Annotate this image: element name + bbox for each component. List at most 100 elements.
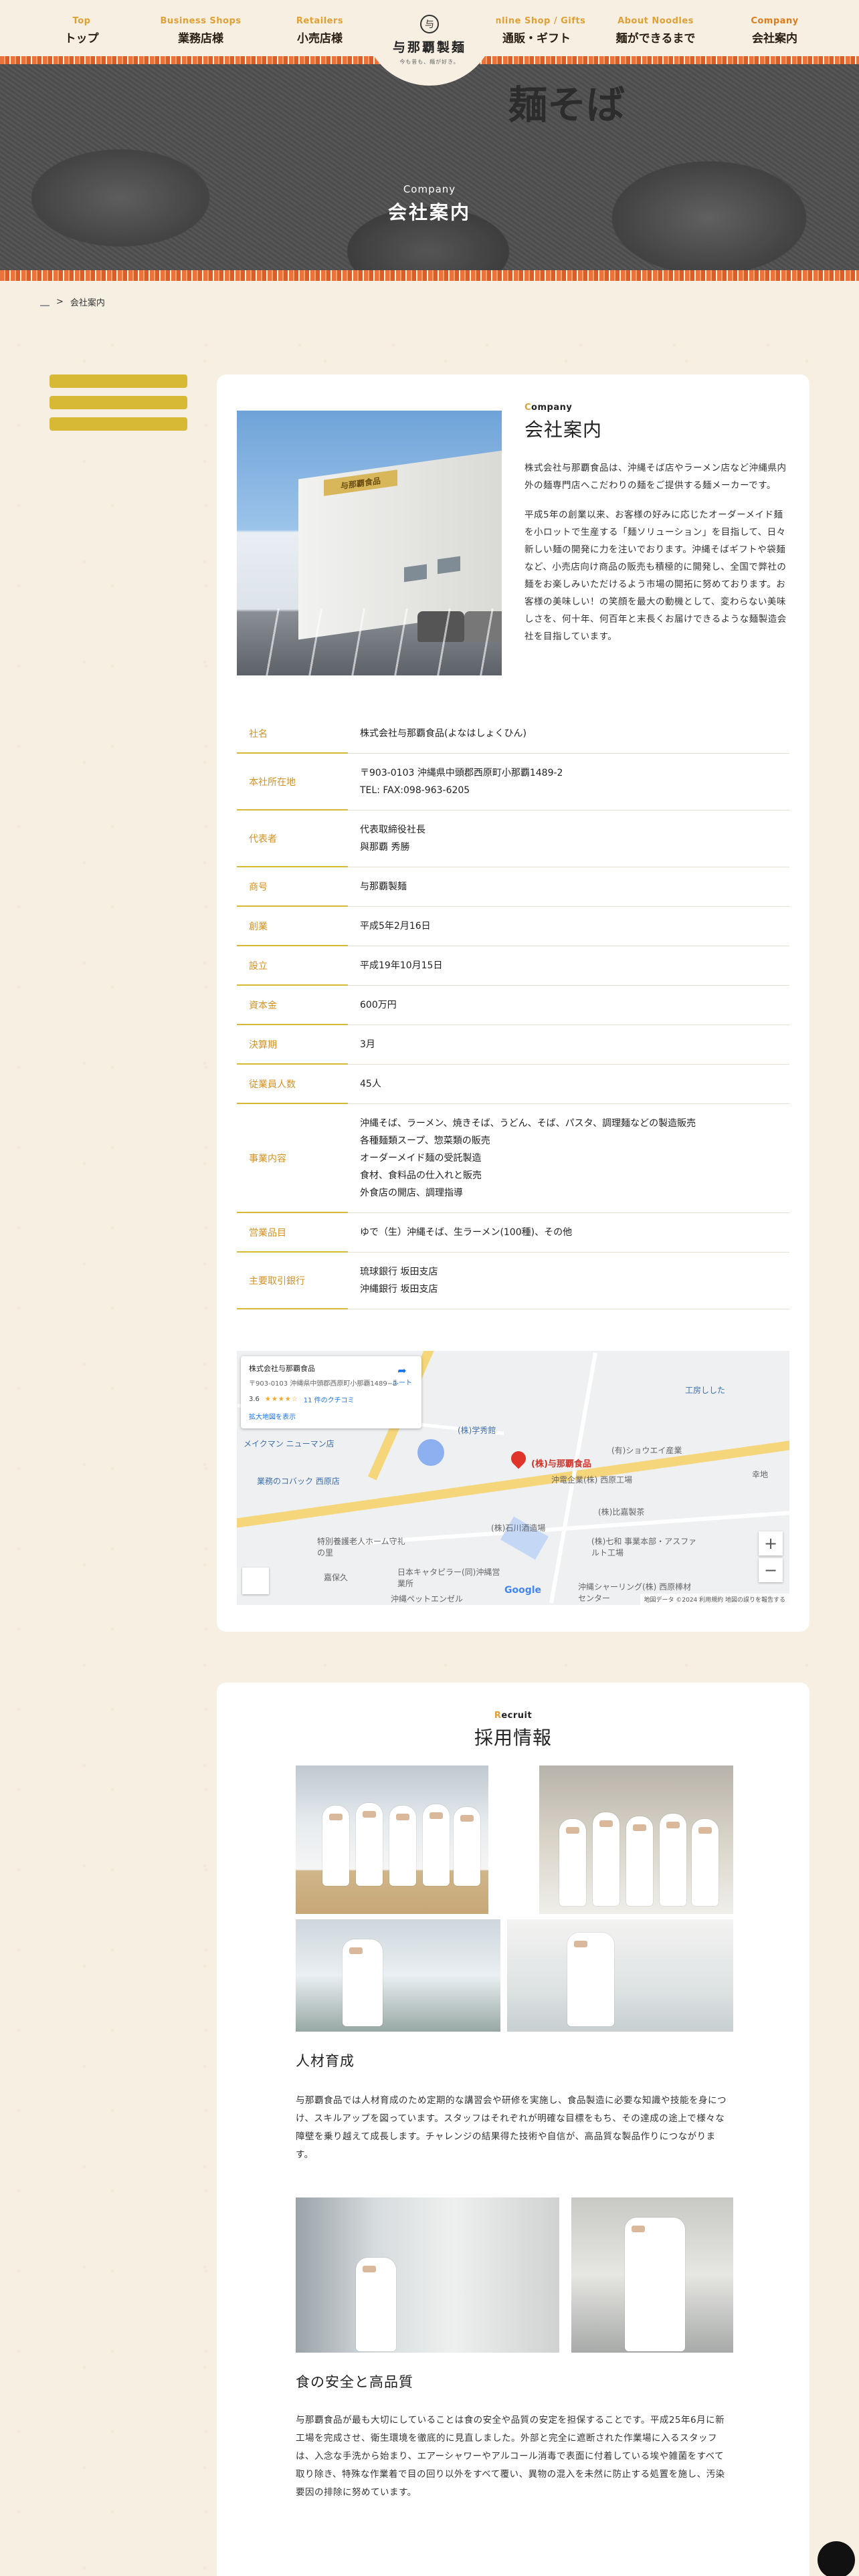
map-label: 工房しした <box>685 1386 726 1395</box>
info-table-label: 商号 <box>237 867 348 907</box>
staff-group-photo <box>296 1765 488 1914</box>
zoom-in-button[interactable]: + <box>759 1531 783 1555</box>
side-menu-item-3[interactable] <box>50 417 187 431</box>
map-footer: 地図データ ©2024 利用規約 地図の誤りを報告する <box>640 1594 789 1605</box>
map-location-dot <box>417 1439 444 1466</box>
nav-business-shops[interactable]: Business Shops 業務店様 <box>140 16 261 45</box>
company-intro-paragraph-2: 平成5年の創業以来、お客様の好みに応じたオーダーメイド麺を小ロットで生産する「麺… <box>524 510 787 642</box>
info-table-label: 創業 <box>237 907 348 946</box>
info-table-value-line: 株式会社与那覇食品(よなはしょくひん) <box>360 728 527 739</box>
nav-about-noodles-en: About Noodles <box>617 16 694 26</box>
side-menu-item-1[interactable] <box>50 374 187 388</box>
info-table-row: 本社所在地 〒903-0103 沖縄県中頭郡西原町小那覇1489-2 TEL: FA… <box>237 754 789 811</box>
map-label: 特別養護老人ホーム守礼の里 <box>317 1537 405 1558</box>
worker-figure <box>356 1803 383 1886</box>
info-table-row: 創業 平成5年2月16日 <box>237 907 789 946</box>
worker-figure <box>389 1806 416 1886</box>
map-road <box>357 1508 789 1545</box>
page-top-button[interactable] <box>818 2541 855 2576</box>
map-label: (株)学秀館 <box>458 1426 496 1435</box>
logo-tagline: 今も昔も、麺が好き。 <box>399 59 460 65</box>
map-label: 沖縄ペットエンゼル <box>391 1594 464 1604</box>
company-intro: Company 会社案内 株式会社与那覇食品は、沖縄そば店やラーメン店など沖縄県… <box>524 403 792 645</box>
info-table-value-line: 各種麺類スープ、惣菜類の販売 <box>360 1136 490 1146</box>
worker-figure <box>322 1806 349 1886</box>
google-map[interactable]: (株)学秀館 メイクマン ニューマン店 業務のコバック 西原店 (有)ショウエイ… <box>237 1351 789 1605</box>
street-view-button[interactable] <box>242 1568 269 1594</box>
production-photo <box>507 1919 733 2032</box>
info-table-value-line: オーダーメイド麺の受託製造 <box>360 1153 482 1164</box>
info-table-value: 琉球銀行 坂田支店 沖縄銀行 坂田支店 <box>348 1253 789 1309</box>
map-label: 日本キャタピラー(同)沖縄営業所 <box>397 1568 500 1588</box>
info-table-row: 代表者 代表取締役社長 與那覇 秀勝 <box>237 811 789 867</box>
production-photo <box>296 1919 500 2032</box>
recruit-heading: Recruit 採用情報 <box>217 1711 809 1750</box>
parking-lines <box>237 609 502 675</box>
info-table-label: 主要取引銀行 <box>237 1253 348 1309</box>
worker-figure <box>692 1819 719 1906</box>
recruit-section-title-1: 人材育成 <box>296 2053 355 2069</box>
nav-company[interactable]: Company 会社案内 <box>714 16 835 45</box>
recruit-heading-jp: 採用情報 <box>474 1727 552 1749</box>
logo-mark-icon: 与 <box>420 15 439 33</box>
breadcrumb-current: 会社案内 <box>70 298 105 308</box>
worker-figure <box>559 1819 586 1906</box>
info-table-value-line: 45人 <box>360 1079 381 1089</box>
worker-figure <box>343 1939 383 2026</box>
hero-overlay <box>0 64 859 270</box>
info-table-row: 事業内容 沖縄そば、ラーメン、焼きそば、うどん、そば、パスタ、調理麺などの製造販売… <box>237 1104 789 1213</box>
map-label: 業務のコバック 西原店 <box>257 1477 340 1486</box>
info-table-value-line: 與那覇 秀勝 <box>360 842 410 853</box>
recruit-section-title-2: 食の安全と高品質 <box>296 2374 413 2390</box>
info-table-row: 商号 与那覇製麺 <box>237 867 789 907</box>
recruit-section-body-2: 与那覇食品が最も大切にしていることは食の安全や品質の安定を担保することです。平成… <box>296 2415 725 2498</box>
nav-retailers[interactable]: Retailers 小売店様 <box>260 16 380 45</box>
map-pin-label: (株)与那覇食品 <box>531 1459 591 1469</box>
hero-banner: 麺そば Company 会社案内 <box>0 64 859 270</box>
info-table-value-line: 琉球銀行 坂田支店 <box>360 1267 438 1277</box>
info-table-value: 平成5年2月16日 <box>348 907 789 946</box>
info-table-label: 営業品目 <box>237 1213 348 1253</box>
info-table-value: 株式会社与那覇食品(よなはしょくひん) <box>348 714 789 754</box>
company-heading-en: Company <box>524 403 573 413</box>
rating-stars-icon: ★★★★☆ <box>264 1396 298 1403</box>
breadcrumb: > 会社案内 <box>40 296 105 308</box>
breadcrumb-separator: > <box>56 297 64 307</box>
info-table-label: 本社所在地 <box>237 754 348 811</box>
info-table-value: 平成19年10月15日 <box>348 946 789 986</box>
map-label: メイクマン ニューマン店 <box>244 1439 335 1448</box>
info-table-value-line: ゆで（生）沖縄そば、生ラーメン(100種)、その他 <box>360 1227 573 1238</box>
worker-figure <box>625 2218 685 2351</box>
map-pin-icon[interactable] <box>508 1448 529 1469</box>
nav-about-noodles[interactable]: About Noodles 麺ができるまで <box>595 16 716 45</box>
company-info-table: 社名 株式会社与那覇食品(よなはしょくひん) 本社所在地 〒903-0103 沖縄県中… <box>237 714 789 1309</box>
info-table-row: 設立 平成19年10月15日 <box>237 946 789 986</box>
home-icon[interactable] <box>40 298 50 306</box>
info-table-value: 3月 <box>348 1025 789 1065</box>
google-logo: Google <box>504 1585 542 1596</box>
map-route-button[interactable]: ➦ ルート <box>392 1364 412 1387</box>
side-menu-item-2[interactable] <box>50 396 187 409</box>
map-card-title: 株式会社与那覇食品 <box>249 1364 315 1373</box>
info-table-value: 代表取締役社長 與那覇 秀勝 <box>348 811 789 867</box>
info-table-row: 従業員人数 45人 <box>237 1065 789 1104</box>
info-table-value: 600万円 <box>348 986 789 1025</box>
info-table-row: 決算期 3月 <box>237 1025 789 1065</box>
info-table-row: 資本金 600万円 <box>237 986 789 1025</box>
info-table-value-line: 3月 <box>360 1039 375 1050</box>
map-label: (株)比嘉製茶 <box>598 1507 645 1517</box>
map-card-rating: 3.6 ★★★★☆ 11 件のクチコミ <box>249 1394 413 1404</box>
staff-group-photo <box>539 1765 733 1914</box>
map-larger-link[interactable]: 拡大地図を表示 <box>249 1411 413 1421</box>
info-table-value-line: 〒903-0103 沖縄県中頭郡西原町小那覇1489-2 <box>360 768 563 778</box>
info-table-value-line: 外食店の開店、調理指導 <box>360 1188 463 1198</box>
map-rating-value: 3.6 <box>249 1396 260 1403</box>
map-reviews-link[interactable]: 11 件のクチコミ <box>304 1394 355 1404</box>
info-table-row: 社名 株式会社与那覇食品(よなはしょくひん) <box>237 714 789 754</box>
map-label: 嘉保久 <box>324 1573 349 1582</box>
nav-top-en: Top <box>72 16 91 26</box>
nav-top[interactable]: Top トップ <box>21 16 142 45</box>
map-label: 沖電企業(株) 西原工場 <box>551 1475 633 1485</box>
hygiene-photo <box>571 2197 733 2353</box>
zoom-out-button[interactable]: − <box>759 1558 783 1582</box>
